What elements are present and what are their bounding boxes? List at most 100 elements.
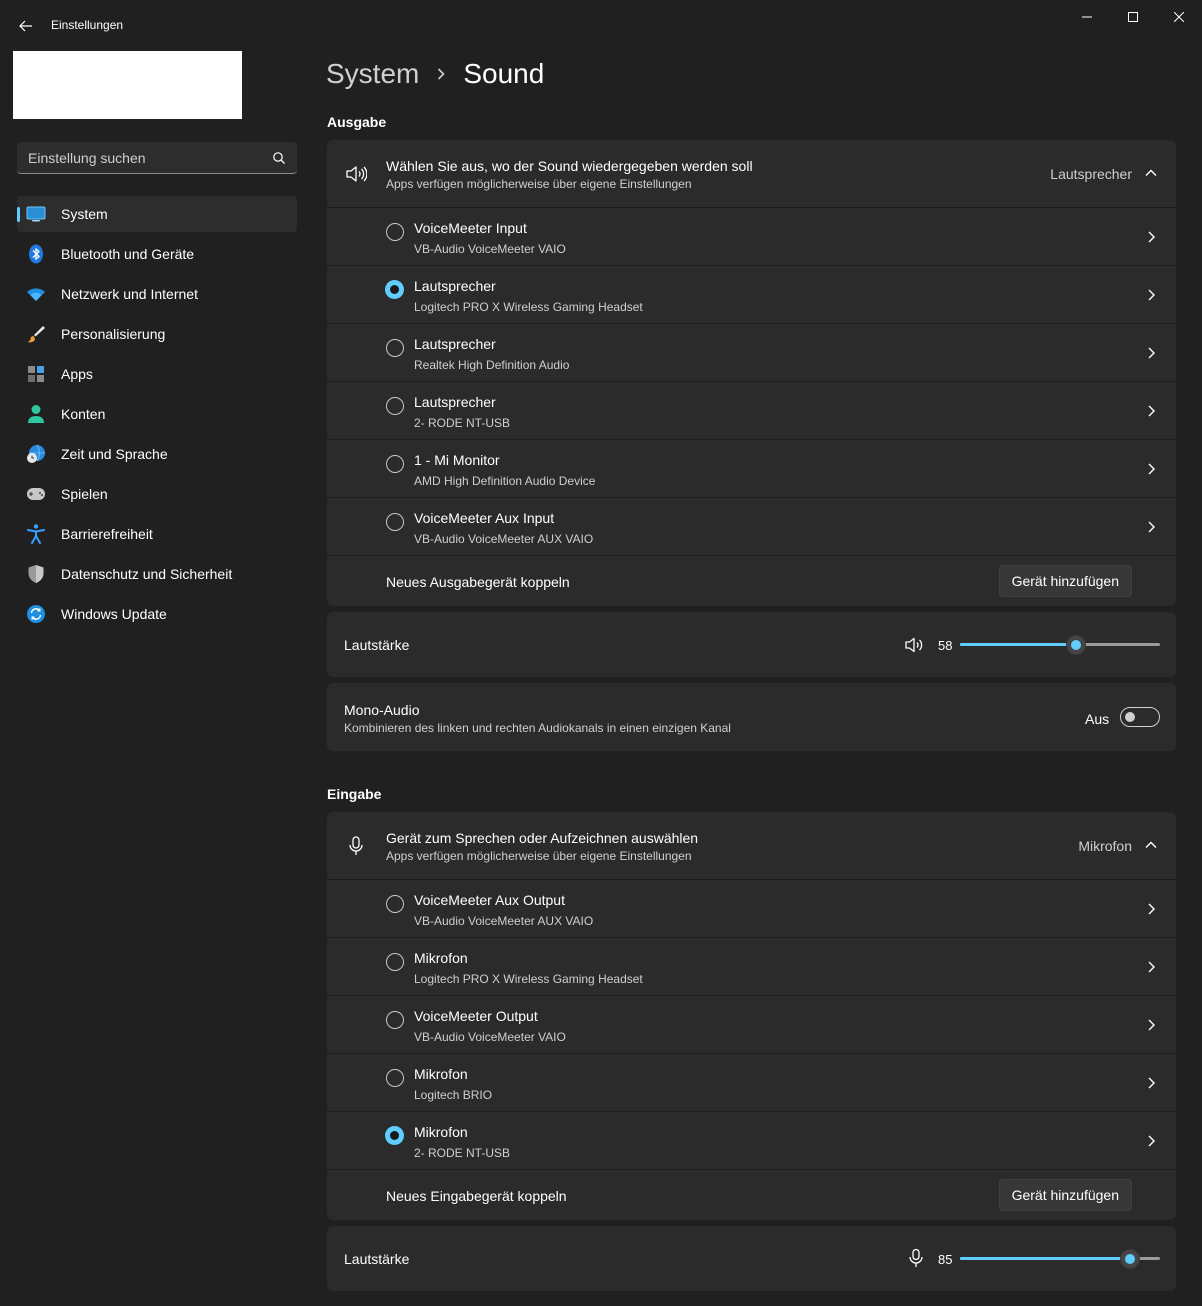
- device-driver: AMD High Definition Audio Device: [414, 474, 596, 488]
- search-icon[interactable]: [272, 151, 286, 165]
- add-input-device-button[interactable]: Gerät hinzufügen: [998, 1179, 1132, 1211]
- bluetooth-icon: [26, 244, 46, 264]
- close-button[interactable]: [1156, 0, 1202, 34]
- radio-button-selected[interactable]: [385, 1126, 404, 1145]
- chevron-right-icon: [1148, 289, 1155, 301]
- radio-button[interactable]: [386, 1069, 404, 1087]
- mono-audio-toggle[interactable]: [1120, 707, 1160, 727]
- device-name: VoiceMeeter Aux Input: [414, 510, 555, 526]
- sidebar-item-apps[interactable]: Apps: [17, 356, 297, 392]
- device-name: VoiceMeeter Input: [414, 220, 527, 236]
- sidebar-item-label: Netzwerk und Internet: [61, 286, 198, 302]
- input-volume-slider[interactable]: [960, 1249, 1160, 1269]
- device-driver: VB-Audio VoiceMeeter AUX VAIO: [414, 532, 594, 546]
- output-device-row[interactable]: VoiceMeeter Input VB-Audio VoiceMeeter V…: [327, 208, 1176, 266]
- radio-button[interactable]: [386, 223, 404, 241]
- gamepad-icon: [26, 484, 46, 504]
- sidebar-item-bluetooth[interactable]: Bluetooth und Geräte: [17, 236, 297, 272]
- input-device-row[interactable]: Mikrofon 2- RODE NT-USB: [327, 1112, 1176, 1170]
- sidebar-item-privacy[interactable]: Datenschutz und Sicherheit: [17, 556, 297, 592]
- chevron-right-icon: [1148, 521, 1155, 533]
- radio-button-selected[interactable]: [385, 280, 404, 299]
- sidebar-item-accessibility[interactable]: Barrierefreiheit: [17, 516, 297, 552]
- search-input[interactable]: [17, 142, 268, 173]
- brush-icon: [26, 324, 46, 344]
- output-device-row[interactable]: 1 - Mi Monitor AMD High Definition Audio…: [327, 440, 1176, 498]
- globe-clock-icon: [26, 444, 46, 464]
- input-device-header[interactable]: Gerät zum Sprechen oder Aufzeichnen ausw…: [327, 812, 1176, 880]
- slider-thumb[interactable]: [1120, 1249, 1140, 1269]
- output-header-subtitle: Apps verfügen möglicherweise über eigene…: [386, 177, 692, 191]
- maximize-button[interactable]: [1110, 0, 1156, 34]
- input-device-row[interactable]: Mikrofon Logitech PRO X Wireless Gaming …: [327, 938, 1176, 996]
- input-header-title: Gerät zum Sprechen oder Aufzeichnen ausw…: [386, 830, 699, 846]
- radio-button[interactable]: [386, 455, 404, 473]
- breadcrumb: System Sound: [326, 58, 544, 90]
- mono-audio-label: Mono-Audio: [344, 702, 420, 718]
- minimize-button[interactable]: [1064, 0, 1110, 34]
- sidebar-nav: System Bluetooth und Geräte Netzwerk und…: [17, 196, 297, 636]
- device-name: 1 - Mi Monitor: [414, 452, 500, 468]
- radio-button[interactable]: [386, 895, 404, 913]
- input-device-row[interactable]: VoiceMeeter Aux Output VB-Audio VoiceMee…: [327, 880, 1176, 938]
- chevron-right-icon: [1148, 1019, 1155, 1031]
- output-device-row[interactable]: Lautsprecher Realtek High Definition Aud…: [327, 324, 1176, 382]
- back-button[interactable]: [14, 14, 38, 38]
- radio-button[interactable]: [386, 1011, 404, 1029]
- mono-audio-subtitle: Kombinieren des linken und rechten Audio…: [344, 721, 731, 735]
- title-bar: Einstellungen: [0, 0, 1202, 50]
- device-name: VoiceMeeter Aux Output: [414, 892, 565, 908]
- breadcrumb-parent[interactable]: System: [326, 58, 419, 90]
- device-driver: Realtek High Definition Audio: [414, 358, 570, 372]
- apps-icon: [26, 364, 46, 384]
- output-section-title: Ausgabe: [327, 114, 387, 130]
- slider-thumb[interactable]: [1066, 635, 1086, 655]
- chevron-right-icon: [1148, 1135, 1155, 1147]
- output-device-row[interactable]: VoiceMeeter Aux Input VB-Audio VoiceMeet…: [327, 498, 1176, 556]
- slider-fill: [960, 643, 1076, 646]
- sidebar-item-label: Datenschutz und Sicherheit: [61, 566, 233, 582]
- search-box: [17, 142, 297, 174]
- slider-fill: [960, 1257, 1130, 1260]
- chevron-right-icon: [1148, 347, 1155, 359]
- sidebar-item-windows-update[interactable]: Windows Update: [17, 596, 297, 632]
- sidebar-item-accounts[interactable]: Konten: [17, 396, 297, 432]
- output-volume-slider[interactable]: [960, 635, 1160, 655]
- device-name: Mikrofon: [414, 950, 468, 966]
- chevron-right-icon: [433, 66, 449, 82]
- device-name: Lautsprecher: [414, 336, 496, 352]
- input-device-row[interactable]: VoiceMeeter Output VB-Audio VoiceMeeter …: [327, 996, 1176, 1054]
- output-device-header[interactable]: Wählen Sie aus, wo der Sound wiedergegeb…: [327, 140, 1176, 208]
- output-volume-card: Lautstärke 58: [327, 612, 1176, 677]
- shield-icon: [26, 564, 46, 584]
- output-device-row[interactable]: Lautsprecher Logitech PRO X Wireless Gam…: [327, 266, 1176, 324]
- sidebar-item-gaming[interactable]: Spielen: [17, 476, 297, 512]
- radio-button[interactable]: [386, 339, 404, 357]
- radio-button[interactable]: [386, 397, 404, 415]
- pair-input-row: Neues Eingabegerät koppeln Gerät hinzufü…: [327, 1170, 1176, 1220]
- input-device-row[interactable]: Mikrofon Logitech BRIO: [327, 1054, 1176, 1112]
- toggle-knob: [1125, 712, 1135, 722]
- add-output-device-button[interactable]: Gerät hinzufügen: [998, 565, 1132, 597]
- person-icon: [26, 404, 46, 424]
- speaker-icon[interactable]: [904, 635, 924, 655]
- output-device-row[interactable]: Lautsprecher 2- RODE NT-USB: [327, 382, 1176, 440]
- radio-button[interactable]: [386, 953, 404, 971]
- account-avatar-area[interactable]: [13, 51, 242, 119]
- output-selected-device: Lautsprecher: [1050, 166, 1132, 182]
- mono-audio-card: Mono-Audio Kombinieren des linken und re…: [327, 683, 1176, 751]
- sidebar-item-personalization[interactable]: Personalisierung: [17, 316, 297, 352]
- sidebar-item-time-language[interactable]: Zeit und Sprache: [17, 436, 297, 472]
- sidebar-item-label: Barrierefreiheit: [61, 526, 153, 542]
- microphone-icon[interactable]: [906, 1248, 926, 1268]
- chevron-right-icon: [1148, 231, 1155, 243]
- output-header-title: Wählen Sie aus, wo der Sound wiedergegeb…: [386, 158, 753, 174]
- input-volume-label: Lautstärke: [344, 1251, 410, 1267]
- sidebar-item-system[interactable]: System: [17, 196, 297, 232]
- sidebar-item-label: Spielen: [61, 486, 108, 502]
- sidebar-item-label: Zeit und Sprache: [61, 446, 168, 462]
- sidebar-item-network[interactable]: Netzwerk und Internet: [17, 276, 297, 312]
- input-volume-value: 85: [938, 1252, 953, 1267]
- radio-button[interactable]: [386, 513, 404, 531]
- device-name: Lautsprecher: [414, 278, 496, 294]
